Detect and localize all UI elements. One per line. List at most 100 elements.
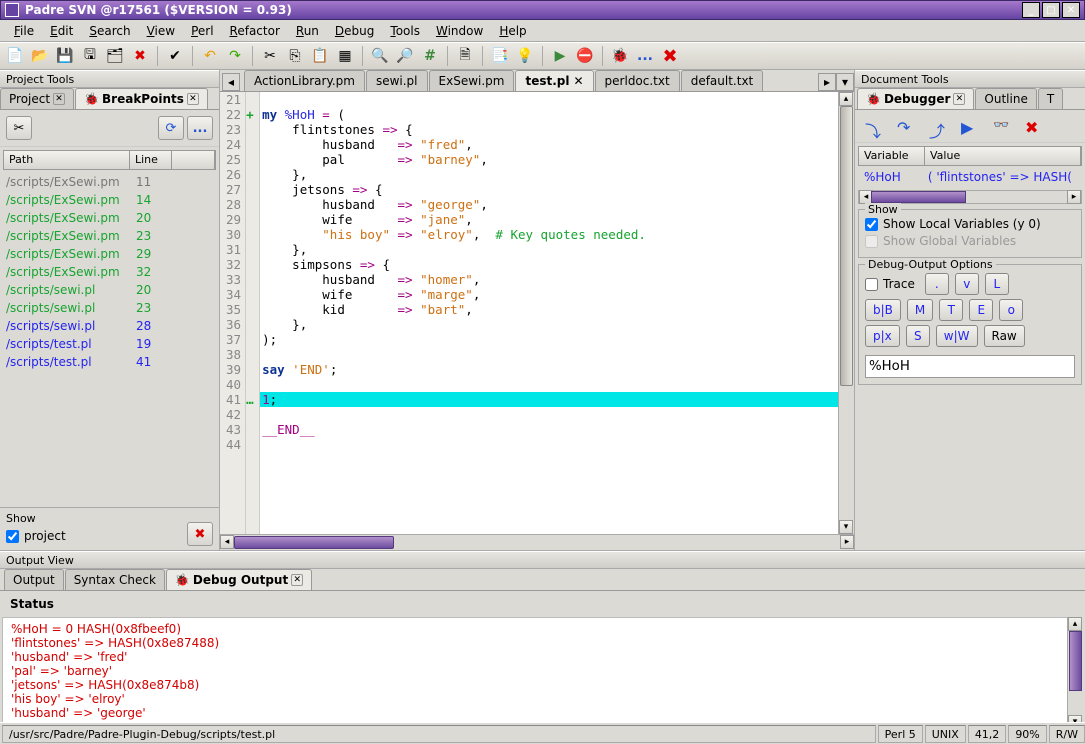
doc-stats-icon[interactable]: 🗎	[454, 45, 476, 67]
menu-search[interactable]: Search	[81, 22, 138, 40]
menu-help[interactable]: Help	[491, 22, 534, 40]
code-line[interactable]: __END__	[260, 422, 838, 437]
close-icon[interactable]: ✕	[187, 93, 199, 105]
refresh-bp-button[interactable]: ⟳	[158, 116, 184, 140]
breakpoint-row[interactable]: /scripts/ExSewi.pm29	[3, 245, 216, 263]
breakpoint-row[interactable]: /scripts/sewi.pl23	[3, 299, 216, 317]
code-line[interactable]	[260, 377, 838, 392]
debug-stop-icon[interactable]: ✖	[659, 45, 681, 67]
menu-perl[interactable]: Perl	[183, 22, 221, 40]
code-line[interactable]: flintstones => {	[260, 122, 838, 137]
hint-icon[interactable]: 💡	[514, 45, 536, 67]
menu-debug[interactable]: Debug	[327, 22, 382, 40]
breakpoint-row[interactable]: /scripts/ExSewi.pm20	[3, 209, 216, 227]
code-line[interactable]	[260, 92, 838, 107]
save-icon[interactable]: 💾	[54, 45, 76, 67]
spellcheck-icon[interactable]: ✔	[164, 45, 186, 67]
code-line[interactable]	[260, 347, 838, 362]
open-icon[interactable]: 📂	[29, 45, 51, 67]
tab-syntax-check[interactable]: Syntax Check	[65, 569, 165, 590]
col-line[interactable]: Line	[130, 151, 172, 169]
dbg-v-button[interactable]: v	[955, 273, 979, 295]
more-bp-button[interactable]: ...	[187, 116, 213, 140]
save-all-icon[interactable]: 🗂	[104, 45, 126, 67]
code-line[interactable]: },	[260, 242, 838, 257]
tab-debug-output[interactable]: 🐞Debug Output✕	[166, 569, 312, 590]
col-value[interactable]: Value	[925, 147, 1081, 165]
code-line[interactable]	[260, 437, 838, 452]
code-line[interactable]	[260, 407, 838, 422]
scroll-up-icon[interactable]: ▴	[1068, 617, 1082, 631]
breakpoint-row[interactable]: /scripts/ExSewi.pm11	[3, 173, 216, 191]
editor-scrollbar-h[interactable]: ◂ ▸	[220, 534, 854, 550]
code-line[interactable]: },	[260, 317, 838, 332]
editor-tab[interactable]: test.pl ✕	[515, 70, 593, 91]
step-out-icon[interactable]: ⤴	[929, 118, 947, 134]
breakpoint-row[interactable]: /scripts/sewi.pl20	[3, 281, 216, 299]
debug-quit-icon[interactable]: ✖	[1025, 118, 1043, 134]
scroll-thumb[interactable]	[234, 536, 394, 549]
menu-edit[interactable]: Edit	[42, 22, 81, 40]
breakpoint-row[interactable]: /scripts/ExSewi.pm23	[3, 227, 216, 245]
tab-scroll-left-icon[interactable]: ◂	[222, 73, 240, 91]
menu-view[interactable]: View	[139, 22, 183, 40]
col-path[interactable]: Path	[4, 151, 130, 169]
stop-icon[interactable]: ⛔	[574, 45, 596, 67]
code-line[interactable]: kid => "bart",	[260, 302, 838, 317]
breakpoint-row[interactable]: /scripts/ExSewi.pm32	[3, 263, 216, 281]
close-icon[interactable]: ✕	[53, 93, 65, 105]
run-to-icon[interactable]: ▶	[961, 118, 979, 134]
dbg-raw-button[interactable]: Raw	[984, 325, 1025, 347]
tab-breakpoints[interactable]: 🐞BreakPoints✕	[75, 88, 208, 109]
cut-icon[interactable]: ✂	[259, 45, 281, 67]
menu-run[interactable]: Run	[288, 22, 327, 40]
bookmark-icon[interactable]: 📑	[489, 45, 511, 67]
debug-bug-icon[interactable]: 🐞	[609, 45, 631, 67]
save-as-icon[interactable]: 🖫	[79, 45, 101, 67]
code-line[interactable]: husband => "homer",	[260, 272, 838, 287]
delete-bp-button[interactable]: ✂	[6, 116, 32, 140]
step-in-icon[interactable]: ⤵	[865, 118, 883, 134]
debug-expression-input[interactable]	[865, 355, 1075, 378]
dbg-o-button[interactable]: o	[999, 299, 1023, 321]
new-file-icon[interactable]: 📄	[4, 45, 26, 67]
tab-extra[interactable]: T	[1038, 88, 1063, 109]
editor-tab[interactable]: sewi.pl	[366, 70, 428, 91]
dbg-l-button[interactable]: L	[985, 273, 1009, 295]
editor-tab[interactable]: default.txt	[681, 70, 764, 91]
menu-file[interactable]: File	[6, 22, 42, 40]
menu-tools[interactable]: Tools	[382, 22, 428, 40]
code-line[interactable]: husband => "george",	[260, 197, 838, 212]
editor-tab[interactable]: perldoc.txt	[595, 70, 680, 91]
dbg-px-button[interactable]: p|x	[865, 325, 900, 347]
col-variable[interactable]: Variable	[859, 147, 925, 165]
code-line[interactable]: wife => "marge",	[260, 287, 838, 302]
scroll-right-icon[interactable]: ▸	[840, 535, 854, 549]
output-scrollbar-v[interactable]: ▴ ▾	[1067, 617, 1083, 729]
code-line[interactable]: say 'END';	[260, 362, 838, 377]
menu-window[interactable]: Window	[428, 22, 491, 40]
close-icon[interactable]: ✕	[953, 93, 965, 105]
tab-output[interactable]: Output	[4, 569, 64, 590]
scroll-thumb[interactable]	[840, 106, 853, 386]
dbg-bb-button[interactable]: b|B	[865, 299, 901, 321]
dbg-t-button[interactable]: T	[939, 299, 963, 321]
debug-dots-icon[interactable]: ...	[634, 45, 656, 67]
tab-outline[interactable]: Outline	[975, 88, 1036, 109]
dbg-s-button[interactable]: S	[906, 325, 930, 347]
breakpoint-row[interactable]: /scripts/test.pl19	[3, 335, 216, 353]
close-icon[interactable]: ✕	[573, 74, 583, 88]
trace-checkbox[interactable]: Trace	[865, 276, 915, 292]
menu-refactor[interactable]: Refactor	[222, 22, 288, 40]
code-line[interactable]: simpsons => {	[260, 257, 838, 272]
run-icon[interactable]: ▶	[549, 45, 571, 67]
watch-icon[interactable]: 👓	[993, 118, 1011, 134]
code-line[interactable]: husband => "fred",	[260, 137, 838, 152]
show-local-vars-checkbox[interactable]: Show Local Variables (y 0)	[865, 217, 1075, 231]
breakpoint-row[interactable]: /scripts/test.pl41	[3, 353, 216, 371]
comment-icon[interactable]: #	[419, 45, 441, 67]
editor-scrollbar-v[interactable]: ▴ ▾	[838, 92, 854, 534]
minimize-button[interactable]: _	[1022, 2, 1040, 18]
code-line[interactable]: },	[260, 167, 838, 182]
tab-project[interactable]: Project✕	[0, 88, 74, 109]
